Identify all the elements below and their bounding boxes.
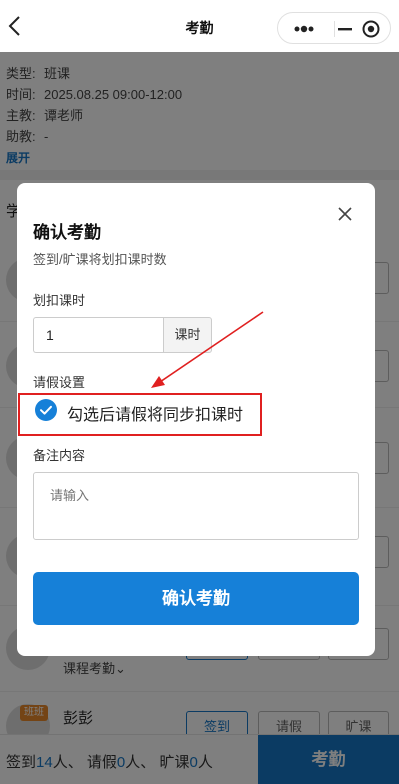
mini-program-capsule	[277, 12, 391, 44]
leave-settings-label: 请假设置	[33, 375, 86, 390]
deduct-hours-input[interactable]: 1	[33, 317, 163, 353]
exit-circle-icon[interactable]	[360, 19, 382, 39]
confirm-attendance-button[interactable]: 确认考勤	[33, 572, 359, 625]
minimize-icon[interactable]	[330, 21, 360, 37]
close-icon[interactable]	[335, 204, 355, 224]
remark-textarea[interactable]	[33, 472, 359, 540]
annotation-highlight-box	[18, 393, 262, 436]
deduct-hours-label: 划扣课时	[33, 293, 86, 308]
nav-bar: 考勤	[0, 0, 399, 52]
annotation-arrow-icon	[151, 311, 264, 388]
dialog-subtitle: 签到/旷课将划扣课时数	[33, 252, 167, 267]
more-dots-icon[interactable]	[290, 21, 320, 37]
remark-label: 备注内容	[33, 448, 86, 463]
dialog-title: 确认考勤	[33, 223, 101, 242]
